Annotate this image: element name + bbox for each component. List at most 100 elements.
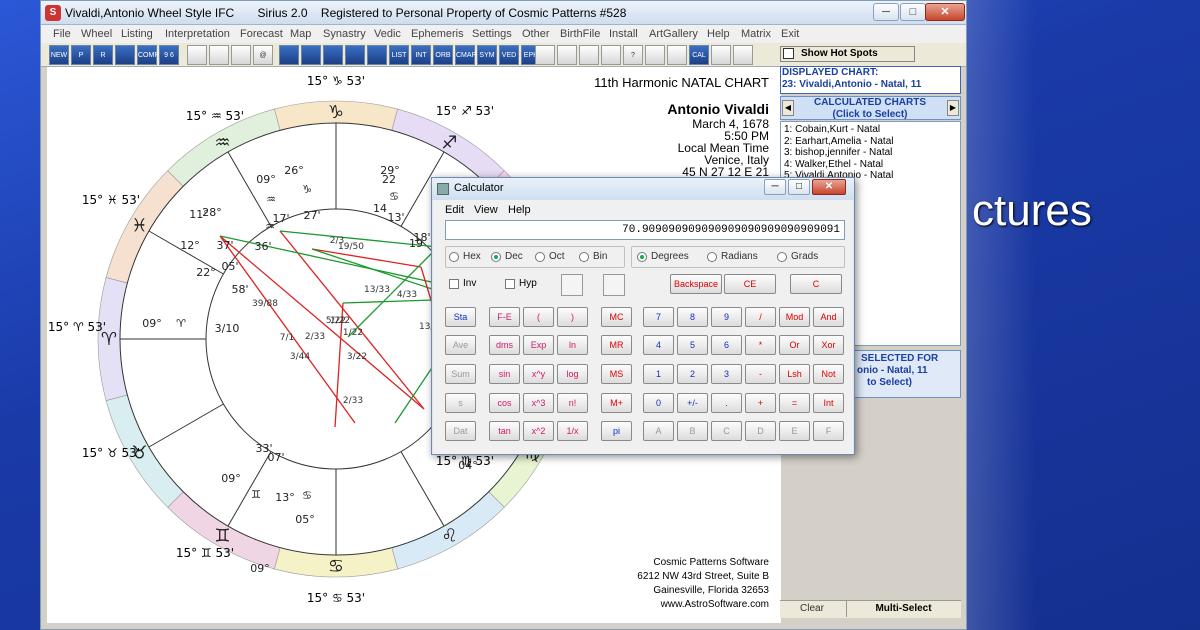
calc-key-button[interactable]: F <box>813 421 844 441</box>
menu-interpretation[interactable]: Interpretation <box>165 28 230 40</box>
calc-sci-button[interactable]: ) <box>557 307 588 327</box>
multi-select-button[interactable]: Multi-Select <box>846 601 960 617</box>
zoom-in-icon[interactable] <box>711 45 731 65</box>
location-icon[interactable] <box>645 45 665 65</box>
calc-sci-button[interactable]: log <box>557 364 588 384</box>
menu-artgallery[interactable]: ArtGallery <box>649 28 698 40</box>
scroll-right-button[interactable]: ▶ <box>947 100 959 116</box>
cal-icon[interactable] <box>667 45 687 65</box>
calc-memory-button[interactable]: pi <box>601 421 632 441</box>
calc-key-button[interactable]: Mod <box>779 307 810 327</box>
calc-key-button[interactable]: = <box>779 393 810 413</box>
calc-sci-button[interactable]: x^3 <box>523 393 554 413</box>
interp-icon[interactable]: INT <box>411 45 431 65</box>
base-radio-hex[interactable]: Hex <box>449 246 489 268</box>
aspect-icon[interactable] <box>301 45 321 65</box>
list-icon[interactable]: LIST <box>389 45 409 65</box>
calc-backspace-button[interactable]: Backspace <box>670 274 722 294</box>
vedic-icon[interactable]: VED <box>499 45 519 65</box>
calc-key-button[interactable]: E <box>779 421 810 441</box>
radio-dot[interactable] <box>491 252 501 262</box>
calculator-titlebar[interactable]: Calculator ─ □ ✕ <box>432 178 854 200</box>
new-icon[interactable]: NEW <box>49 45 69 65</box>
menu-exit[interactable]: Exit <box>781 28 799 40</box>
calc-key-button[interactable]: * <box>745 335 776 355</box>
calc-memory-button[interactable]: MS <box>601 364 632 384</box>
list-item[interactable]: 3: bishop,jennifer - Natal <box>784 147 892 158</box>
calc-key-button[interactable]: . <box>711 393 742 413</box>
calc-key-button[interactable]: 1 <box>643 364 674 384</box>
clear-button[interactable]: Clear <box>782 601 842 617</box>
menu-map[interactable]: Map <box>290 28 311 40</box>
base-radio-oct[interactable]: Oct <box>535 246 575 268</box>
calc-sci-button[interactable]: tan <box>489 421 520 441</box>
angle-radio-grads[interactable]: Grads <box>777 246 841 268</box>
menu-matrix[interactable]: Matrix <box>741 28 771 40</box>
calc-sci-button[interactable]: dms <box>489 335 520 355</box>
at-icon[interactable]: @ <box>253 45 273 65</box>
menu-file[interactable]: File <box>53 28 71 40</box>
calc-menu-edit[interactable]: Edit <box>445 204 464 216</box>
print-icon[interactable]: P <box>71 45 91 65</box>
menu-wheel[interactable]: Wheel <box>81 28 112 40</box>
calc-sci-button[interactable]: x^2 <box>523 421 554 441</box>
radio-dot[interactable] <box>449 252 459 262</box>
radio-dot[interactable] <box>777 252 787 262</box>
cmaps-icon[interactable]: CMAPS <box>455 45 481 65</box>
calc-key-button[interactable]: A <box>643 421 674 441</box>
globe-icon[interactable] <box>279 45 299 65</box>
minimize-button[interactable]: ─ <box>873 3 899 21</box>
sym-icon[interactable]: SYM <box>477 45 497 65</box>
maximize-button[interactable]: □ <box>900 3 926 21</box>
graph-icon[interactable]: ORB <box>433 45 453 65</box>
radio-dot[interactable] <box>579 252 589 262</box>
calc-key-button[interactable]: Not <box>813 364 844 384</box>
calc-key-button[interactable]: 5 <box>677 335 708 355</box>
window-titlebar[interactable]: S Vivaldi,Antonio Wheel Style IFC Sirius… <box>41 1 966 25</box>
radio-dot[interactable] <box>535 252 545 262</box>
progress-icon[interactable]: 9 6 <box>159 45 179 65</box>
scroll-left-button[interactable]: ◀ <box>782 100 794 116</box>
calc-key-button[interactable]: / <box>745 307 776 327</box>
menu-help[interactable]: Help <box>707 28 730 40</box>
menu-other[interactable]: Other <box>522 28 550 40</box>
calc-sci-button[interactable]: F-E <box>489 307 520 327</box>
calc-key-button[interactable]: 6 <box>711 335 742 355</box>
calc-menu-view[interactable]: View <box>474 204 498 216</box>
menu-birthfile[interactable]: BirthFile <box>560 28 600 40</box>
calculator-display[interactable]: 70.909090909090909090909090909091 <box>445 220 845 240</box>
calc-sci-button[interactable]: ln <box>557 335 588 355</box>
calc-ce-button[interactable]: CE <box>724 274 776 294</box>
calc-stat-s-button[interactable]: s <box>445 393 476 413</box>
calc-key-button[interactable]: + <box>745 393 776 413</box>
edit-icon[interactable]: R <box>93 45 113 65</box>
menu-ephemeris[interactable]: Ephemeris <box>411 28 464 40</box>
calc-sci-button[interactable]: 1/x <box>557 421 588 441</box>
calc-stat-sta-button[interactable]: Sta <box>445 307 476 327</box>
calc-memory-button[interactable]: MR <box>601 335 632 355</box>
calculator-close-button[interactable]: ✕ <box>812 179 846 195</box>
comp-icon[interactable]: COMP <box>137 45 159 65</box>
calc-sci-button[interactable]: ( <box>523 307 554 327</box>
copy-icon[interactable] <box>601 45 621 65</box>
menu-forecast[interactable]: Forecast <box>240 28 283 40</box>
calc-key-button[interactable]: - <box>745 364 776 384</box>
calc-sci-button[interactable]: x^y <box>523 364 554 384</box>
calc-key-button[interactable]: 7 <box>643 307 674 327</box>
calc-key-button[interactable]: C <box>711 421 742 441</box>
save2-icon[interactable] <box>579 45 599 65</box>
close-button[interactable]: ✕ <box>925 3 965 21</box>
calc-sci-button[interactable]: Exp <box>523 335 554 355</box>
base-radio-bin[interactable]: Bin <box>579 246 619 268</box>
window-icon[interactable] <box>187 45 207 65</box>
calc-stat-dat-button[interactable]: Dat <box>445 421 476 441</box>
calc-key-button[interactable]: 2 <box>677 364 708 384</box>
wheel-icon[interactable] <box>115 45 135 65</box>
calc-key-button[interactable]: Or <box>779 335 810 355</box>
calc-memory-button[interactable]: MC <box>601 307 632 327</box>
menu-install[interactable]: Install <box>609 28 638 40</box>
calc-icon[interactable]: CAL <box>689 45 709 65</box>
menu-settings[interactable]: Settings <box>472 28 512 40</box>
base-radio-dec[interactable]: Dec <box>491 246 531 268</box>
calc-key-button[interactable]: And <box>813 307 844 327</box>
